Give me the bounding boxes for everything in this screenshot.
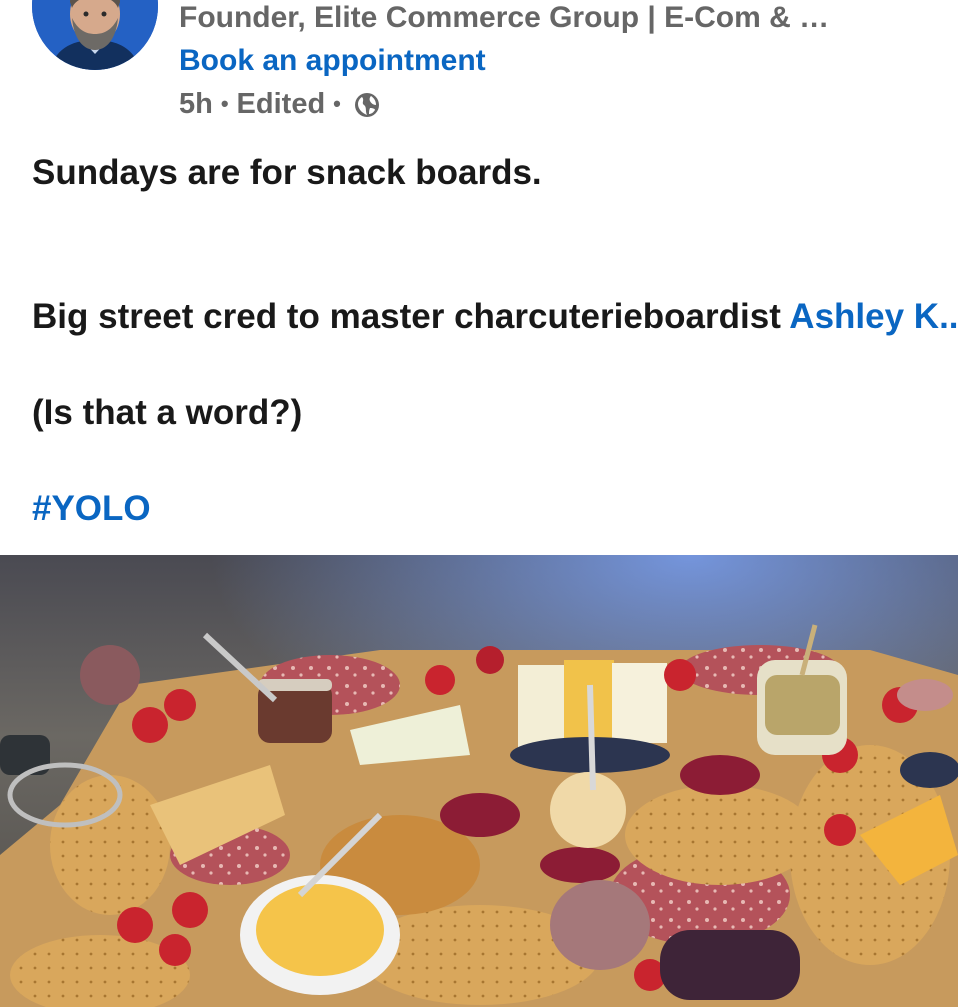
meta-separator: •	[333, 91, 341, 116]
book-appointment-link[interactable]: Book an appointment	[179, 42, 486, 80]
author-headline: Founder, Elite Commerce Group | E-Com & …	[179, 1, 830, 34]
post-text-line: (Is that a word?)	[32, 393, 303, 432]
edited-label: Edited	[236, 88, 326, 120]
meta-separator: •	[220, 91, 229, 116]
author-avatar[interactable]	[32, 0, 158, 70]
mention-link[interactable]: Ashley K..	[789, 297, 958, 336]
globe-icon	[353, 91, 381, 119]
post-photo[interactable]	[0, 555, 958, 1007]
hashtag-link[interactable]: #YOLO	[32, 489, 151, 529]
post-time: 5h	[179, 88, 213, 120]
post-text-line: Big street cred to master charcuterieboa…	[32, 297, 958, 337]
post-text-segment: Big street cred to master charcuterieboa…	[32, 297, 790, 336]
post-text-line: Sundays are for snack boards.	[32, 153, 542, 192]
post-meta: 5h • Edited •	[179, 86, 381, 122]
